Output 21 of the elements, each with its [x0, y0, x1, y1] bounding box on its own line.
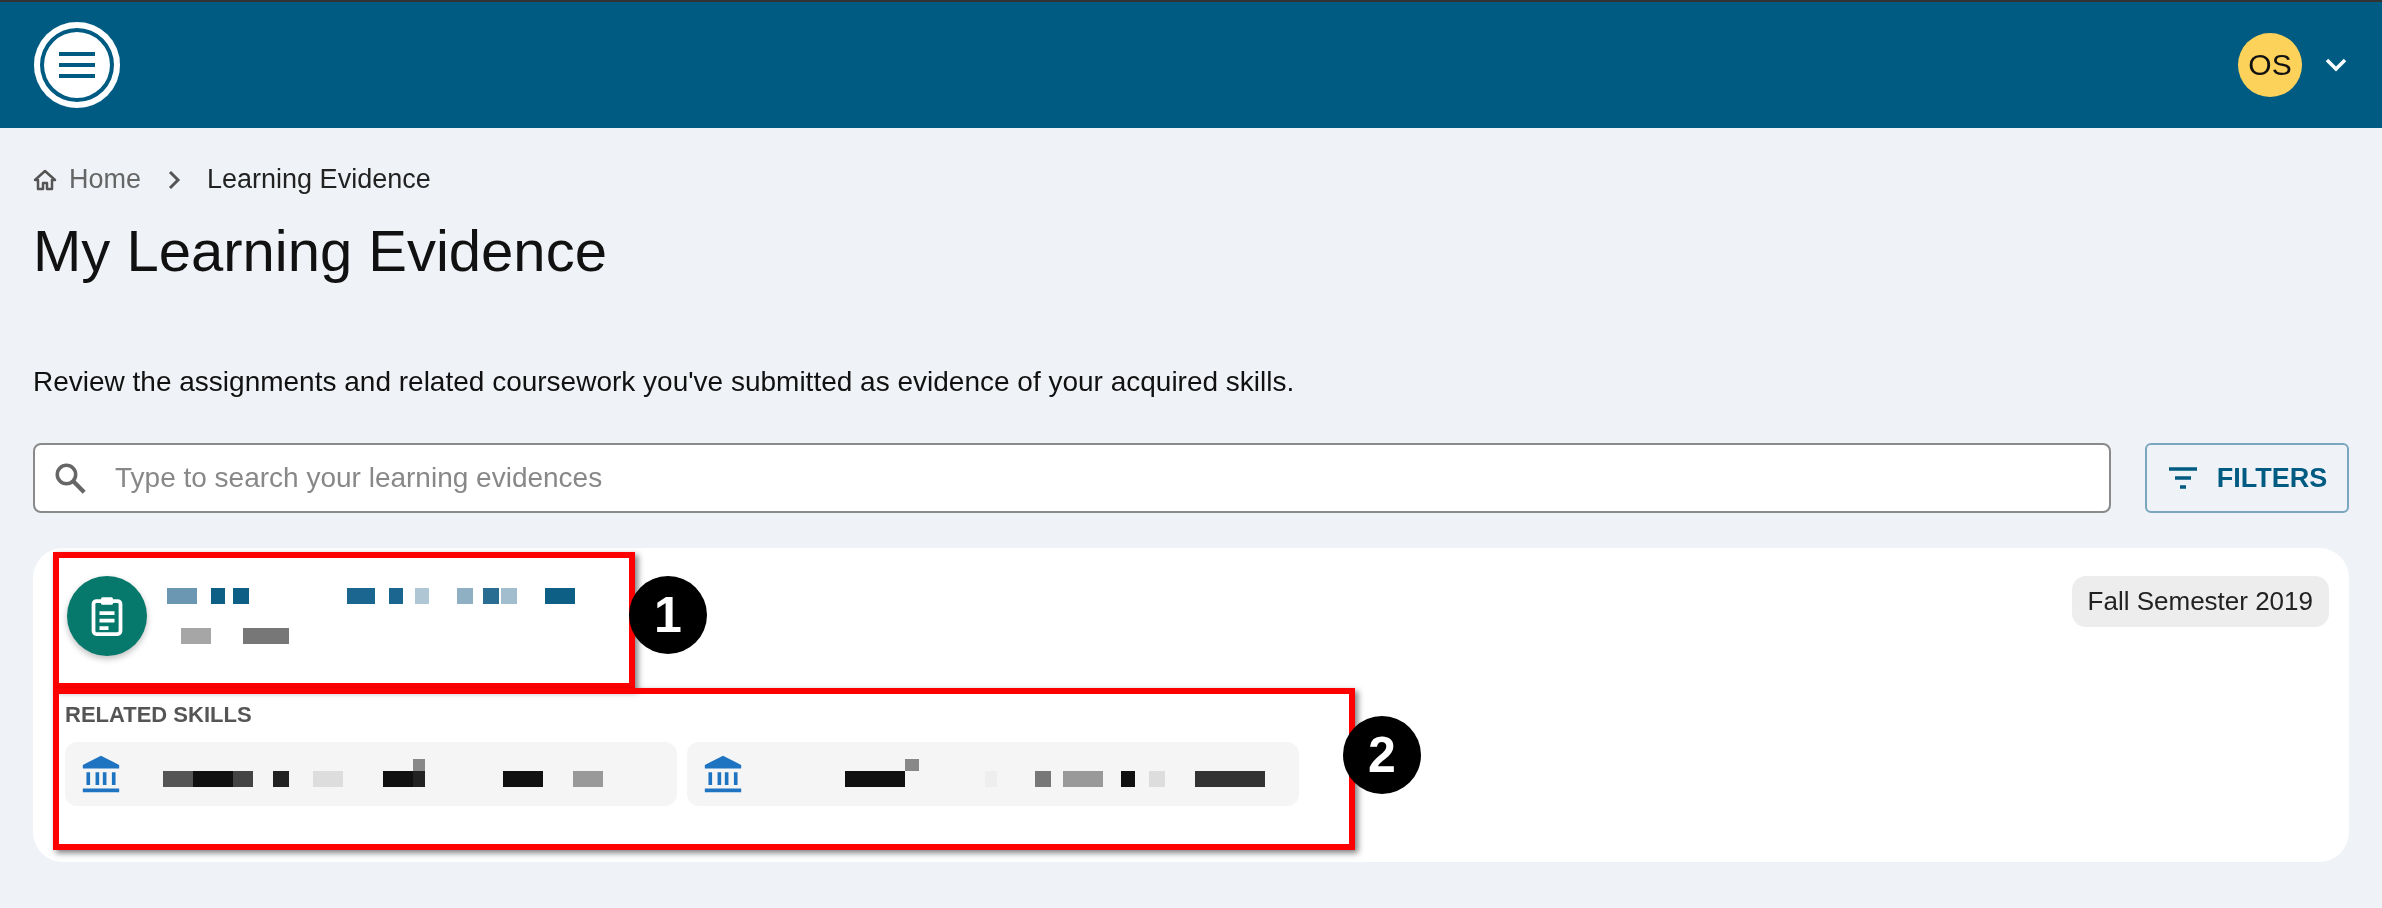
step-number: 1 [629, 576, 707, 654]
home-icon [33, 167, 57, 192]
filters-button[interactable]: FILTERS [2145, 443, 2349, 513]
home-link[interactable]: Home [33, 164, 142, 195]
search-icon [53, 461, 87, 495]
user-avatar[interactable]: OS [2238, 33, 2302, 97]
skill-chip[interactable] [65, 742, 677, 806]
step-number: 2 [1343, 716, 1421, 794]
page-description: Review the assignments and related coursework you've submitted as evidence of your acquired skills. [33, 366, 1296, 398]
evidence-card[interactable]: Fall Semester 2019 RELATED SKILLS 1 2 [33, 548, 2349, 862]
menu-icon [57, 51, 97, 79]
semester-tag: Fall Semester 2019 [2071, 576, 2329, 627]
clipboard-icon [89, 595, 125, 637]
chevron-down-icon[interactable] [2324, 57, 2348, 73]
breadcrumb-current: Learning Evidence [207, 164, 431, 195]
page-title: My Learning Evidence [33, 217, 608, 284]
filter-icon [2166, 466, 2199, 490]
skill-chip[interactable] [687, 742, 1299, 806]
search-field[interactable]: Type to search your learning evidences [33, 443, 2111, 513]
section-label: RELATED SKILLS [65, 702, 253, 728]
chevron-right-icon [167, 168, 182, 191]
